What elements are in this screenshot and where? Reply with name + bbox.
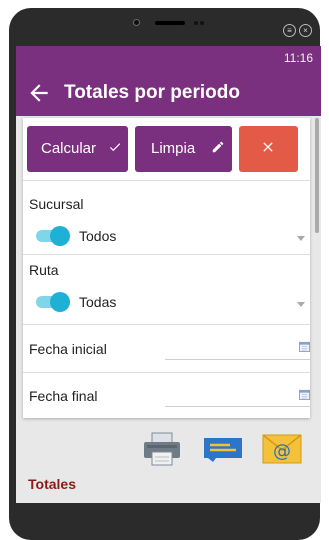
cancel-button[interactable] xyxy=(239,126,298,172)
calcular-label: Calcular xyxy=(41,140,97,157)
message-icon[interactable] xyxy=(204,438,242,462)
divider xyxy=(23,180,310,181)
share-actions: @ xyxy=(16,426,321,466)
svg-text:@: @ xyxy=(273,441,291,462)
ruta-value[interactable]: Todas xyxy=(79,294,116,310)
sensor-dot xyxy=(200,21,204,25)
chevron-down-icon[interactable] xyxy=(297,302,305,307)
divider xyxy=(23,324,310,325)
ruta-label: Ruta xyxy=(29,262,59,278)
toggle-knob xyxy=(50,292,70,312)
limpia-label: Limpia xyxy=(151,140,196,157)
calcular-button[interactable]: Calcular xyxy=(27,126,128,172)
emulator-menu-icon[interactable]: ≡ xyxy=(283,24,296,37)
check-icon xyxy=(109,143,121,152)
camera xyxy=(133,19,140,26)
totales-section-title: Totales xyxy=(28,476,76,492)
fecha-final-input[interactable] xyxy=(165,406,310,407)
page-frame: ≡ × 11:16 Totales por periodo Calcular L… xyxy=(0,0,329,540)
close-icon xyxy=(263,142,273,152)
email-icon[interactable]: @ xyxy=(262,434,302,464)
status-time: 11:16 xyxy=(283,51,313,65)
app-bar: Totales por periodo xyxy=(16,70,321,116)
sucursal-toggle[interactable] xyxy=(36,226,70,246)
printer-icon[interactable] xyxy=(142,432,182,466)
limpia-button[interactable]: Limpia xyxy=(135,126,232,172)
speaker xyxy=(155,21,185,25)
sucursal-value[interactable]: Todos xyxy=(79,228,116,244)
divider xyxy=(23,254,310,255)
calendar-icon[interactable] xyxy=(299,341,310,352)
emulator-close-icon[interactable]: × xyxy=(299,24,312,37)
calendar-icon[interactable] xyxy=(299,389,310,400)
scrollbar[interactable] xyxy=(315,118,319,233)
back-arrow-icon[interactable] xyxy=(26,80,52,106)
ruta-toggle[interactable] xyxy=(36,292,70,312)
sensor-dot xyxy=(194,21,198,25)
page-title: Totales por periodo xyxy=(64,82,240,103)
pencil-icon xyxy=(212,141,224,153)
app-screen: 11:16 Totales por periodo Calcular Limpi… xyxy=(16,46,321,503)
status-bar: 11:16 xyxy=(16,46,321,70)
fecha-inicial-label: Fecha inicial xyxy=(29,341,107,357)
toggle-knob xyxy=(50,226,70,246)
sucursal-label: Sucursal xyxy=(29,196,84,212)
fecha-final-label: Fecha final xyxy=(29,388,98,404)
chevron-down-icon[interactable] xyxy=(297,236,305,241)
filter-card: Calcular Limpia Sucursal Todos Ruta Toda… xyxy=(23,118,310,418)
divider xyxy=(23,372,310,373)
fecha-inicial-input[interactable] xyxy=(165,359,310,360)
